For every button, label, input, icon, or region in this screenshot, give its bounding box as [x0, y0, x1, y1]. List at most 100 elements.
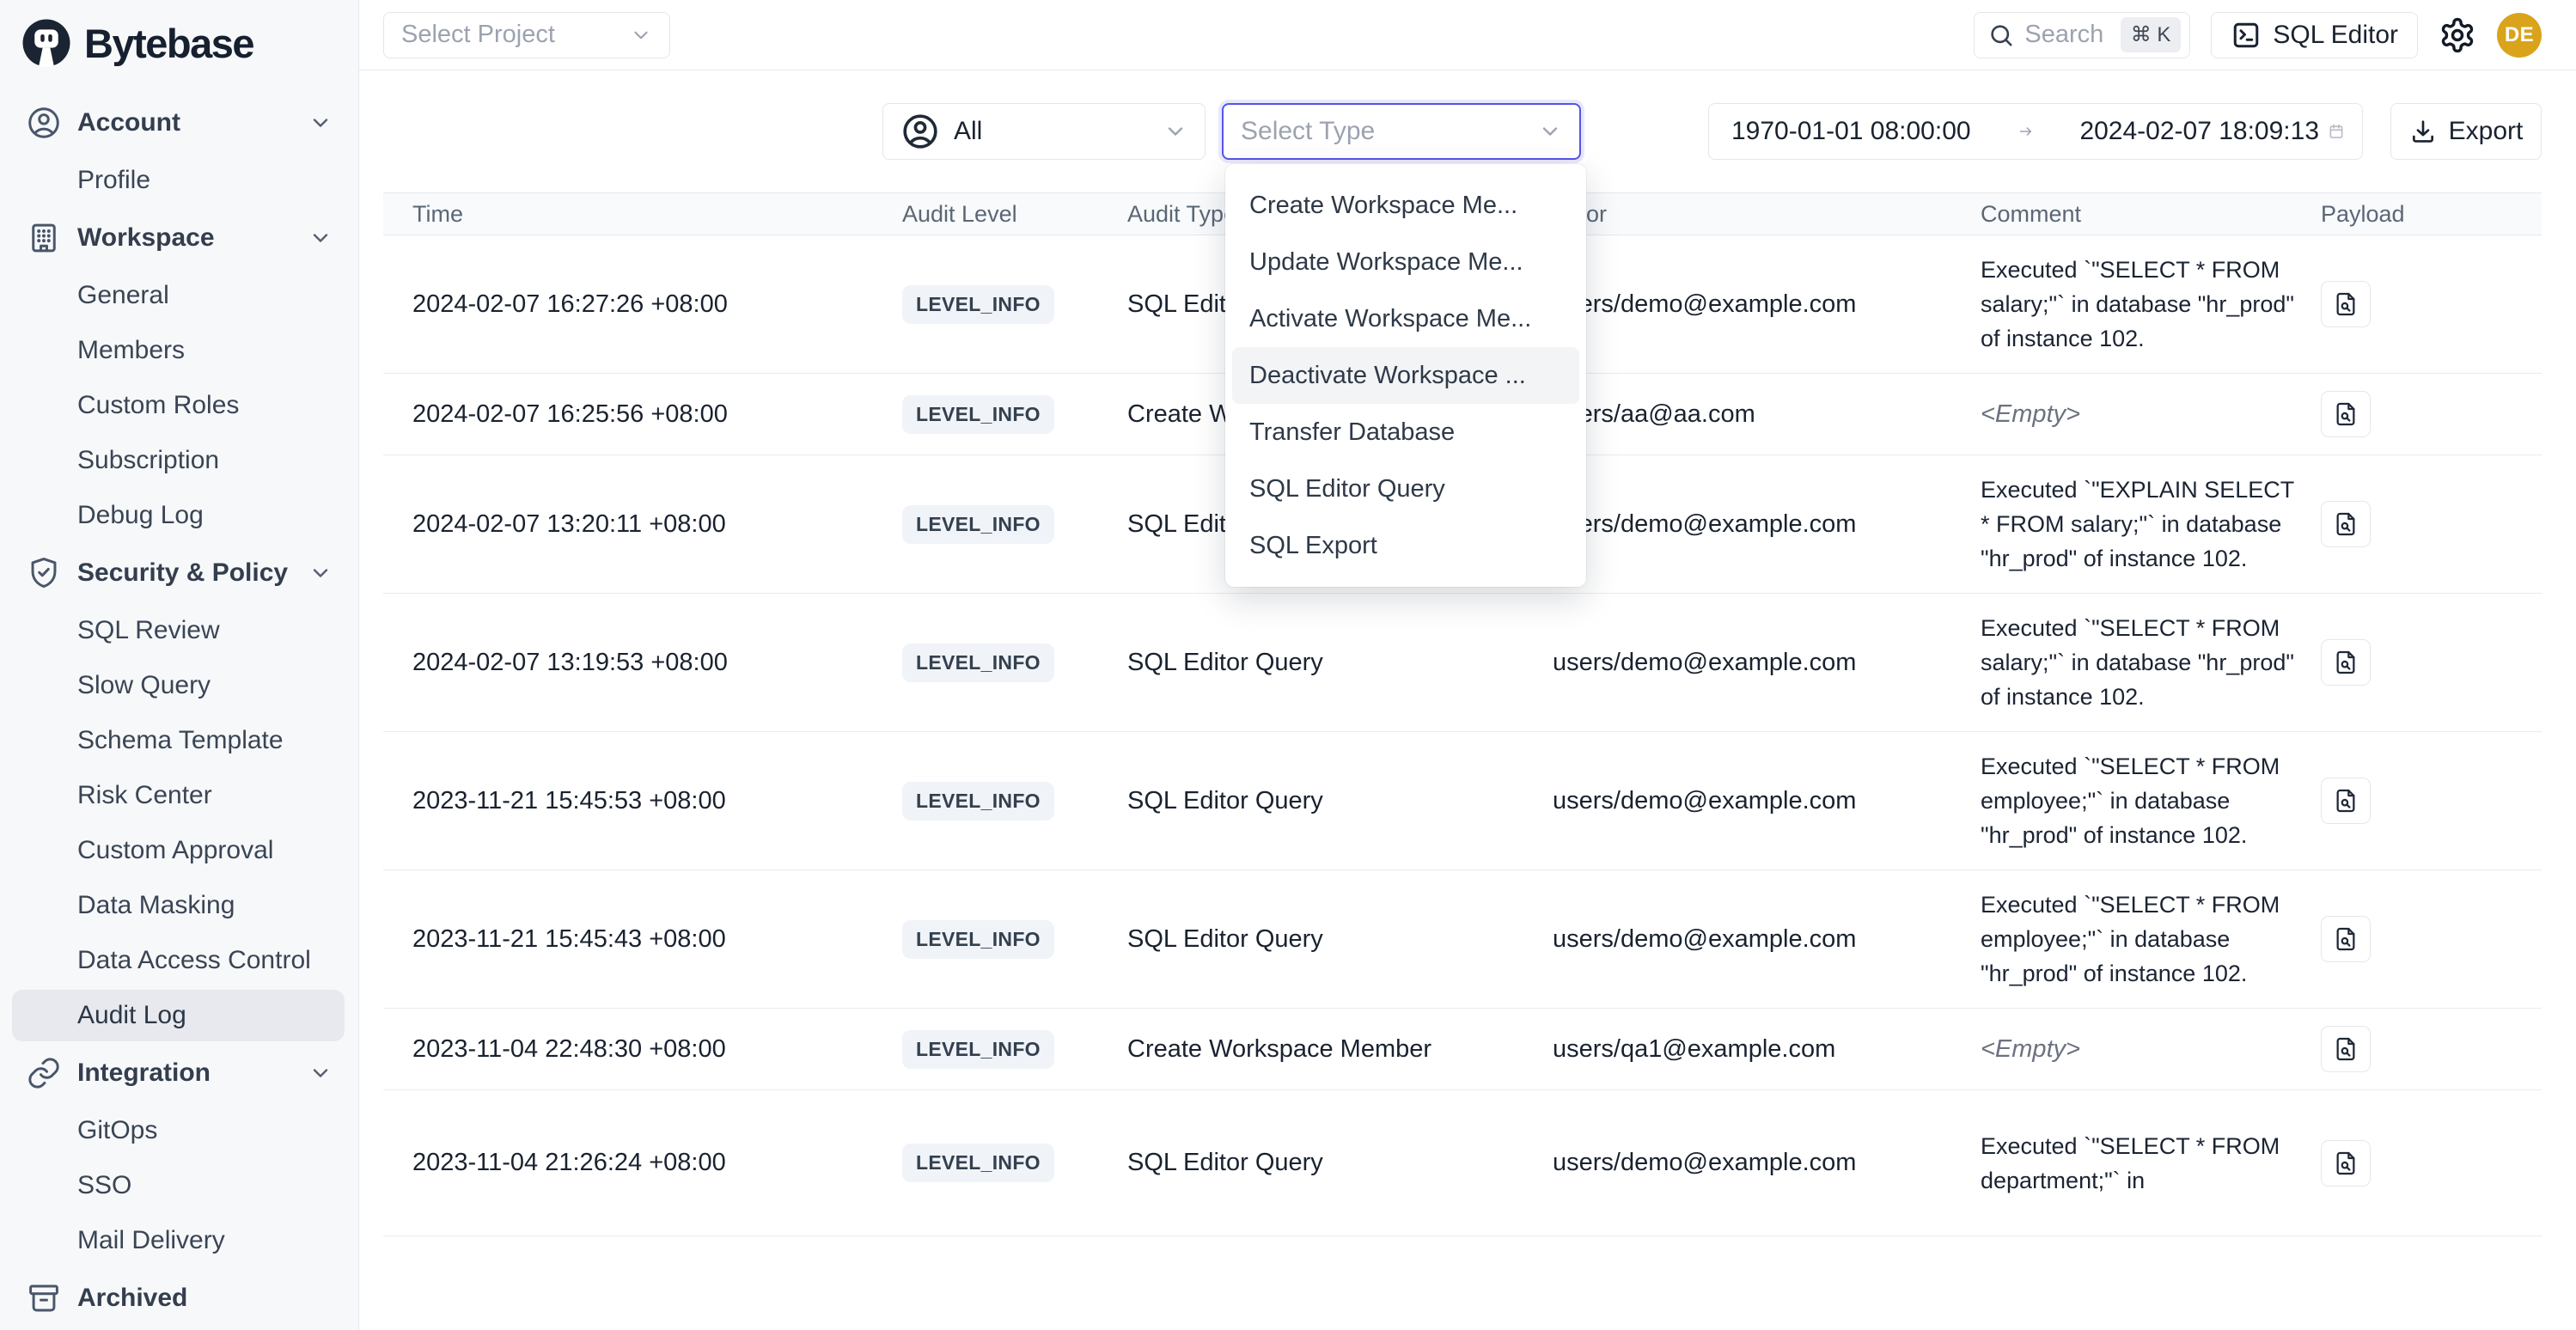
payload-view-button[interactable] — [2321, 1026, 2371, 1072]
search-input[interactable]: Search ⌘ K — [1974, 12, 2190, 58]
type-dropdown-option[interactable]: Transfer Database — [1225, 404, 1586, 461]
payload-cell — [2316, 391, 2542, 437]
date-from-value: 1970-01-01 08:00:00 — [1731, 117, 1971, 146]
audit-level-badge: LEVEL_INFO — [902, 505, 1054, 544]
audit-actor: users/demo@example.com — [1553, 510, 1981, 539]
payload-cell — [2316, 281, 2542, 327]
file-search-icon — [2332, 649, 2359, 676]
sidebar-item-archived[interactable]: Archived — [0, 1268, 358, 1328]
audit-level-badge: LEVEL_INFO — [902, 395, 1054, 434]
sidebar-item-audit-log[interactable]: Audit Log — [0, 988, 358, 1043]
sidebar-item-general[interactable]: General — [0, 268, 358, 323]
payload-view-button[interactable] — [2321, 281, 2371, 327]
sidebar-item-risk-center[interactable]: Risk Center — [0, 768, 358, 823]
file-search-icon — [2332, 510, 2359, 538]
sidebar-item-sso[interactable]: SSO — [0, 1158, 358, 1213]
user-circle-icon — [26, 105, 62, 141]
audit-level-cell: LEVEL_INFO — [902, 1030, 1127, 1069]
payload-view-button[interactable] — [2321, 778, 2371, 824]
sidebar-item-gitops[interactable]: GitOps — [0, 1103, 358, 1158]
sidebar-item-workspace[interactable]: Workspace — [0, 208, 358, 268]
type-dropdown-option[interactable]: Deactivate Workspace ... — [1232, 347, 1579, 404]
payload-view-button[interactable] — [2321, 391, 2371, 437]
sidebar-item-sql-review[interactable]: SQL Review — [0, 603, 358, 658]
payload-view-button[interactable] — [2321, 501, 2371, 547]
chevron-down-icon — [308, 561, 333, 585]
sidebar-item-data-masking[interactable]: Data Masking — [0, 878, 358, 933]
audit-actor: users/demo@example.com — [1553, 649, 1981, 677]
audit-actor: users/demo@example.com — [1553, 925, 1981, 954]
user-circle-icon — [900, 112, 940, 151]
sidebar-item-members[interactable]: Members — [0, 323, 358, 378]
type-filter-dropdown: Create Workspace Me... Update Workspace … — [1225, 164, 1586, 587]
sidebar-item-custom-approval[interactable]: Custom Approval — [0, 823, 358, 878]
chevron-down-icon — [630, 24, 652, 46]
payload-cell — [2316, 501, 2542, 547]
sidebar-item-integration[interactable]: Integration — [0, 1043, 358, 1103]
audit-level-cell: LEVEL_INFO — [902, 644, 1127, 682]
sidebar-item-debug-log[interactable]: Debug Log — [0, 488, 358, 543]
audit-level-badge: LEVEL_INFO — [902, 1144, 1054, 1182]
terminal-square-icon — [2231, 20, 2262, 51]
search-icon — [1988, 22, 2014, 48]
payload-cell — [2316, 778, 2542, 824]
audit-level-badge: LEVEL_INFO — [902, 782, 1054, 821]
column-header-time: Time — [412, 201, 902, 228]
type-dropdown-option[interactable]: SQL Export — [1225, 517, 1586, 574]
payload-view-button[interactable] — [2321, 1140, 2371, 1187]
audit-comment: <Empty> — [1981, 397, 2316, 431]
payload-view-button[interactable] — [2321, 916, 2371, 962]
table-row: 2023-11-04 22:48:30 +08:00 LEVEL_INFO Cr… — [383, 1009, 2542, 1090]
chevron-down-icon — [308, 1061, 333, 1085]
sidebar-item-account[interactable]: Account — [0, 93, 358, 153]
audit-actor: users/qa1@example.com — [1553, 1035, 1981, 1064]
project-select[interactable]: Select Project — [383, 12, 670, 58]
sidebar-item-security-policy[interactable]: Security & Policy — [0, 543, 358, 603]
audit-type: SQL Editor Query — [1127, 925, 1553, 954]
file-search-icon — [2332, 1035, 2359, 1063]
audit-level-cell: LEVEL_INFO — [902, 782, 1127, 821]
audit-level-cell: LEVEL_INFO — [902, 1144, 1127, 1182]
date-range-picker[interactable]: 1970-01-01 08:00:00 2024-02-07 18:09:13 — [1708, 103, 2363, 160]
sql-editor-label: SQL Editor — [2273, 21, 2398, 50]
column-header-payload: Payload — [2316, 201, 2542, 228]
sidebar-nav: Account Profile Workspace General Member… — [0, 86, 358, 1328]
type-dropdown-option[interactable]: SQL Editor Query — [1225, 461, 1586, 517]
audit-comment: Executed `"SELECT * FROM salary;"` in da… — [1981, 253, 2316, 356]
gear-icon[interactable] — [2439, 16, 2476, 54]
audit-comment: Executed `"SELECT * FROM employee;"` in … — [1981, 749, 2316, 852]
file-search-icon — [2332, 400, 2359, 428]
audit-comment: <Empty> — [1981, 1032, 2316, 1066]
export-button[interactable]: Export — [2390, 103, 2542, 160]
brand-name: Bytebase — [84, 20, 253, 67]
audit-comment: Executed `"SELECT * FROM department;"` i… — [1981, 1129, 2316, 1198]
link-icon — [26, 1055, 62, 1091]
brand-logo[interactable]: Bytebase — [0, 0, 358, 86]
sidebar-item-schema-template[interactable]: Schema Template — [0, 713, 358, 768]
project-select-placeholder: Select Project — [401, 21, 555, 49]
audit-level-cell: LEVEL_INFO — [902, 395, 1127, 434]
sidebar-item-data-access-control[interactable]: Data Access Control — [0, 933, 358, 988]
chevron-down-icon — [308, 111, 333, 135]
audit-type: Create Workspace Member — [1127, 1035, 1553, 1064]
audit-level-badge: LEVEL_INFO — [902, 285, 1054, 324]
type-filter-select[interactable]: Select Type — [1222, 103, 1581, 160]
audit-type: SQL Editor Query — [1127, 787, 1553, 815]
sql-editor-button[interactable]: SQL Editor — [2211, 12, 2418, 58]
type-dropdown-option[interactable]: Activate Workspace Me... — [1225, 290, 1586, 347]
search-shortcut-badge: ⌘ K — [2121, 17, 2182, 52]
type-dropdown-option[interactable]: Create Workspace Me... — [1225, 177, 1586, 234]
sidebar-item-subscription[interactable]: Subscription — [0, 433, 358, 488]
sidebar-item-mail-delivery[interactable]: Mail Delivery — [0, 1213, 358, 1268]
column-header-actor: Actor — [1553, 201, 1981, 228]
sidebar-item-profile[interactable]: Profile — [0, 153, 358, 208]
audit-actor: users/demo@example.com — [1553, 787, 1981, 815]
sidebar-item-slow-query[interactable]: Slow Query — [0, 658, 358, 713]
actor-filter-select[interactable]: All — [882, 103, 1206, 160]
avatar[interactable]: DE — [2497, 13, 2542, 58]
type-dropdown-option[interactable]: Update Workspace Me... — [1225, 234, 1586, 290]
sidebar-item-custom-roles[interactable]: Custom Roles — [0, 378, 358, 433]
payload-view-button[interactable] — [2321, 639, 2371, 686]
column-header-comment: Comment — [1981, 201, 2316, 228]
audit-actor: users/demo@example.com — [1553, 1149, 1981, 1177]
